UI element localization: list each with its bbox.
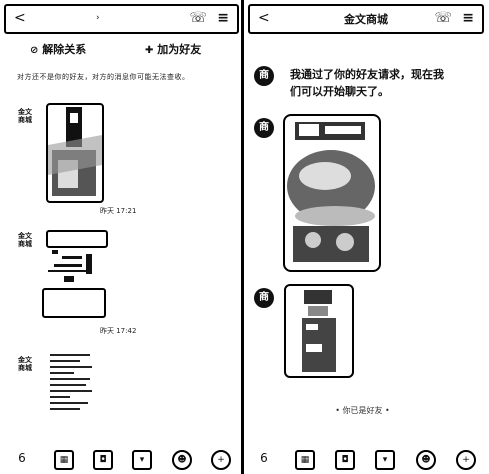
product-photo-image: [48, 107, 102, 196]
product-photo-card-large[interactable]: [283, 114, 381, 272]
unlink-icon: ⊘: [30, 45, 39, 56]
avatar[interactable]: 金文 商城: [16, 108, 34, 124]
emoji-icon[interactable]: ☻: [416, 450, 436, 470]
avatar[interactable]: 金文 商城: [16, 356, 34, 372]
system-notice: • 你已是好友 •: [335, 406, 390, 415]
voice-icon[interactable]: 6: [14, 450, 30, 466]
message-text[interactable]: 我通过了你的好友请求，现在我们可以开始聊天了。: [290, 66, 450, 100]
call-icon[interactable]: ☏: [189, 9, 207, 27]
unfriend-button[interactable]: ⊘ 解除关系: [30, 41, 86, 57]
image-icon[interactable]: ▦: [54, 450, 74, 470]
timestamp: 昨天 17:42: [100, 327, 137, 335]
more-icon[interactable]: +: [456, 450, 476, 470]
product-photo-card-small[interactable]: [284, 284, 354, 378]
menu-icon[interactable]: ≡: [462, 9, 474, 27]
gift-icon[interactable]: ▾: [132, 450, 152, 470]
add-friend-label: 加为好友: [157, 43, 202, 56]
image-icon[interactable]: ▦: [295, 450, 315, 470]
product-box-bottom[interactable]: [42, 288, 106, 318]
camera-icon[interactable]: ◘: [93, 450, 113, 470]
add-friend-button[interactable]: ✚ 加为好友: [145, 41, 201, 57]
avatar[interactable]: 商: [254, 118, 274, 138]
title-marker-icon: ›: [96, 13, 100, 23]
document-image[interactable]: [46, 350, 96, 418]
more-icon[interactable]: +: [211, 450, 231, 470]
camera-icon[interactable]: ◘: [335, 450, 355, 470]
back-icon[interactable]: <: [14, 9, 26, 27]
product-photo-card[interactable]: [46, 103, 104, 203]
gift-icon[interactable]: ▾: [375, 450, 395, 470]
avatar[interactable]: 金文 商城: [16, 232, 34, 248]
voice-icon[interactable]: 6: [256, 450, 272, 466]
input-toolbar: 6 ▦ ◘ ▾ ☻ +: [244, 450, 489, 470]
timestamp: 昨天 17:21: [100, 207, 137, 215]
avatar[interactable]: 商: [254, 288, 274, 308]
avatar[interactable]: 商: [254, 66, 274, 86]
input-toolbar: 6 ▦ ◘ ▾ ☻ +: [0, 450, 241, 470]
top-bar: < 金文商城 ☏ ≡: [248, 4, 484, 34]
stranger-notice: 对方还不是你的好友，对方的消息你可能无法查收。: [17, 73, 190, 81]
menu-icon[interactable]: ≡: [217, 9, 229, 27]
unfriend-label: 解除关系: [42, 43, 87, 56]
chat-panel-left: < › ☏ ≡ ⊘ 解除关系 ✚ 加为好友 对方还不是你的好友，对方的消息你可能…: [0, 0, 241, 474]
emoji-icon[interactable]: ☻: [172, 450, 192, 470]
top-bar: < › ☏ ≡: [4, 4, 239, 34]
add-user-icon: ✚: [145, 45, 154, 56]
product-photo-image: [302, 290, 336, 372]
product-photo-image: [287, 122, 375, 262]
product-box-illustration: [48, 250, 92, 282]
call-icon[interactable]: ☏: [434, 9, 452, 27]
